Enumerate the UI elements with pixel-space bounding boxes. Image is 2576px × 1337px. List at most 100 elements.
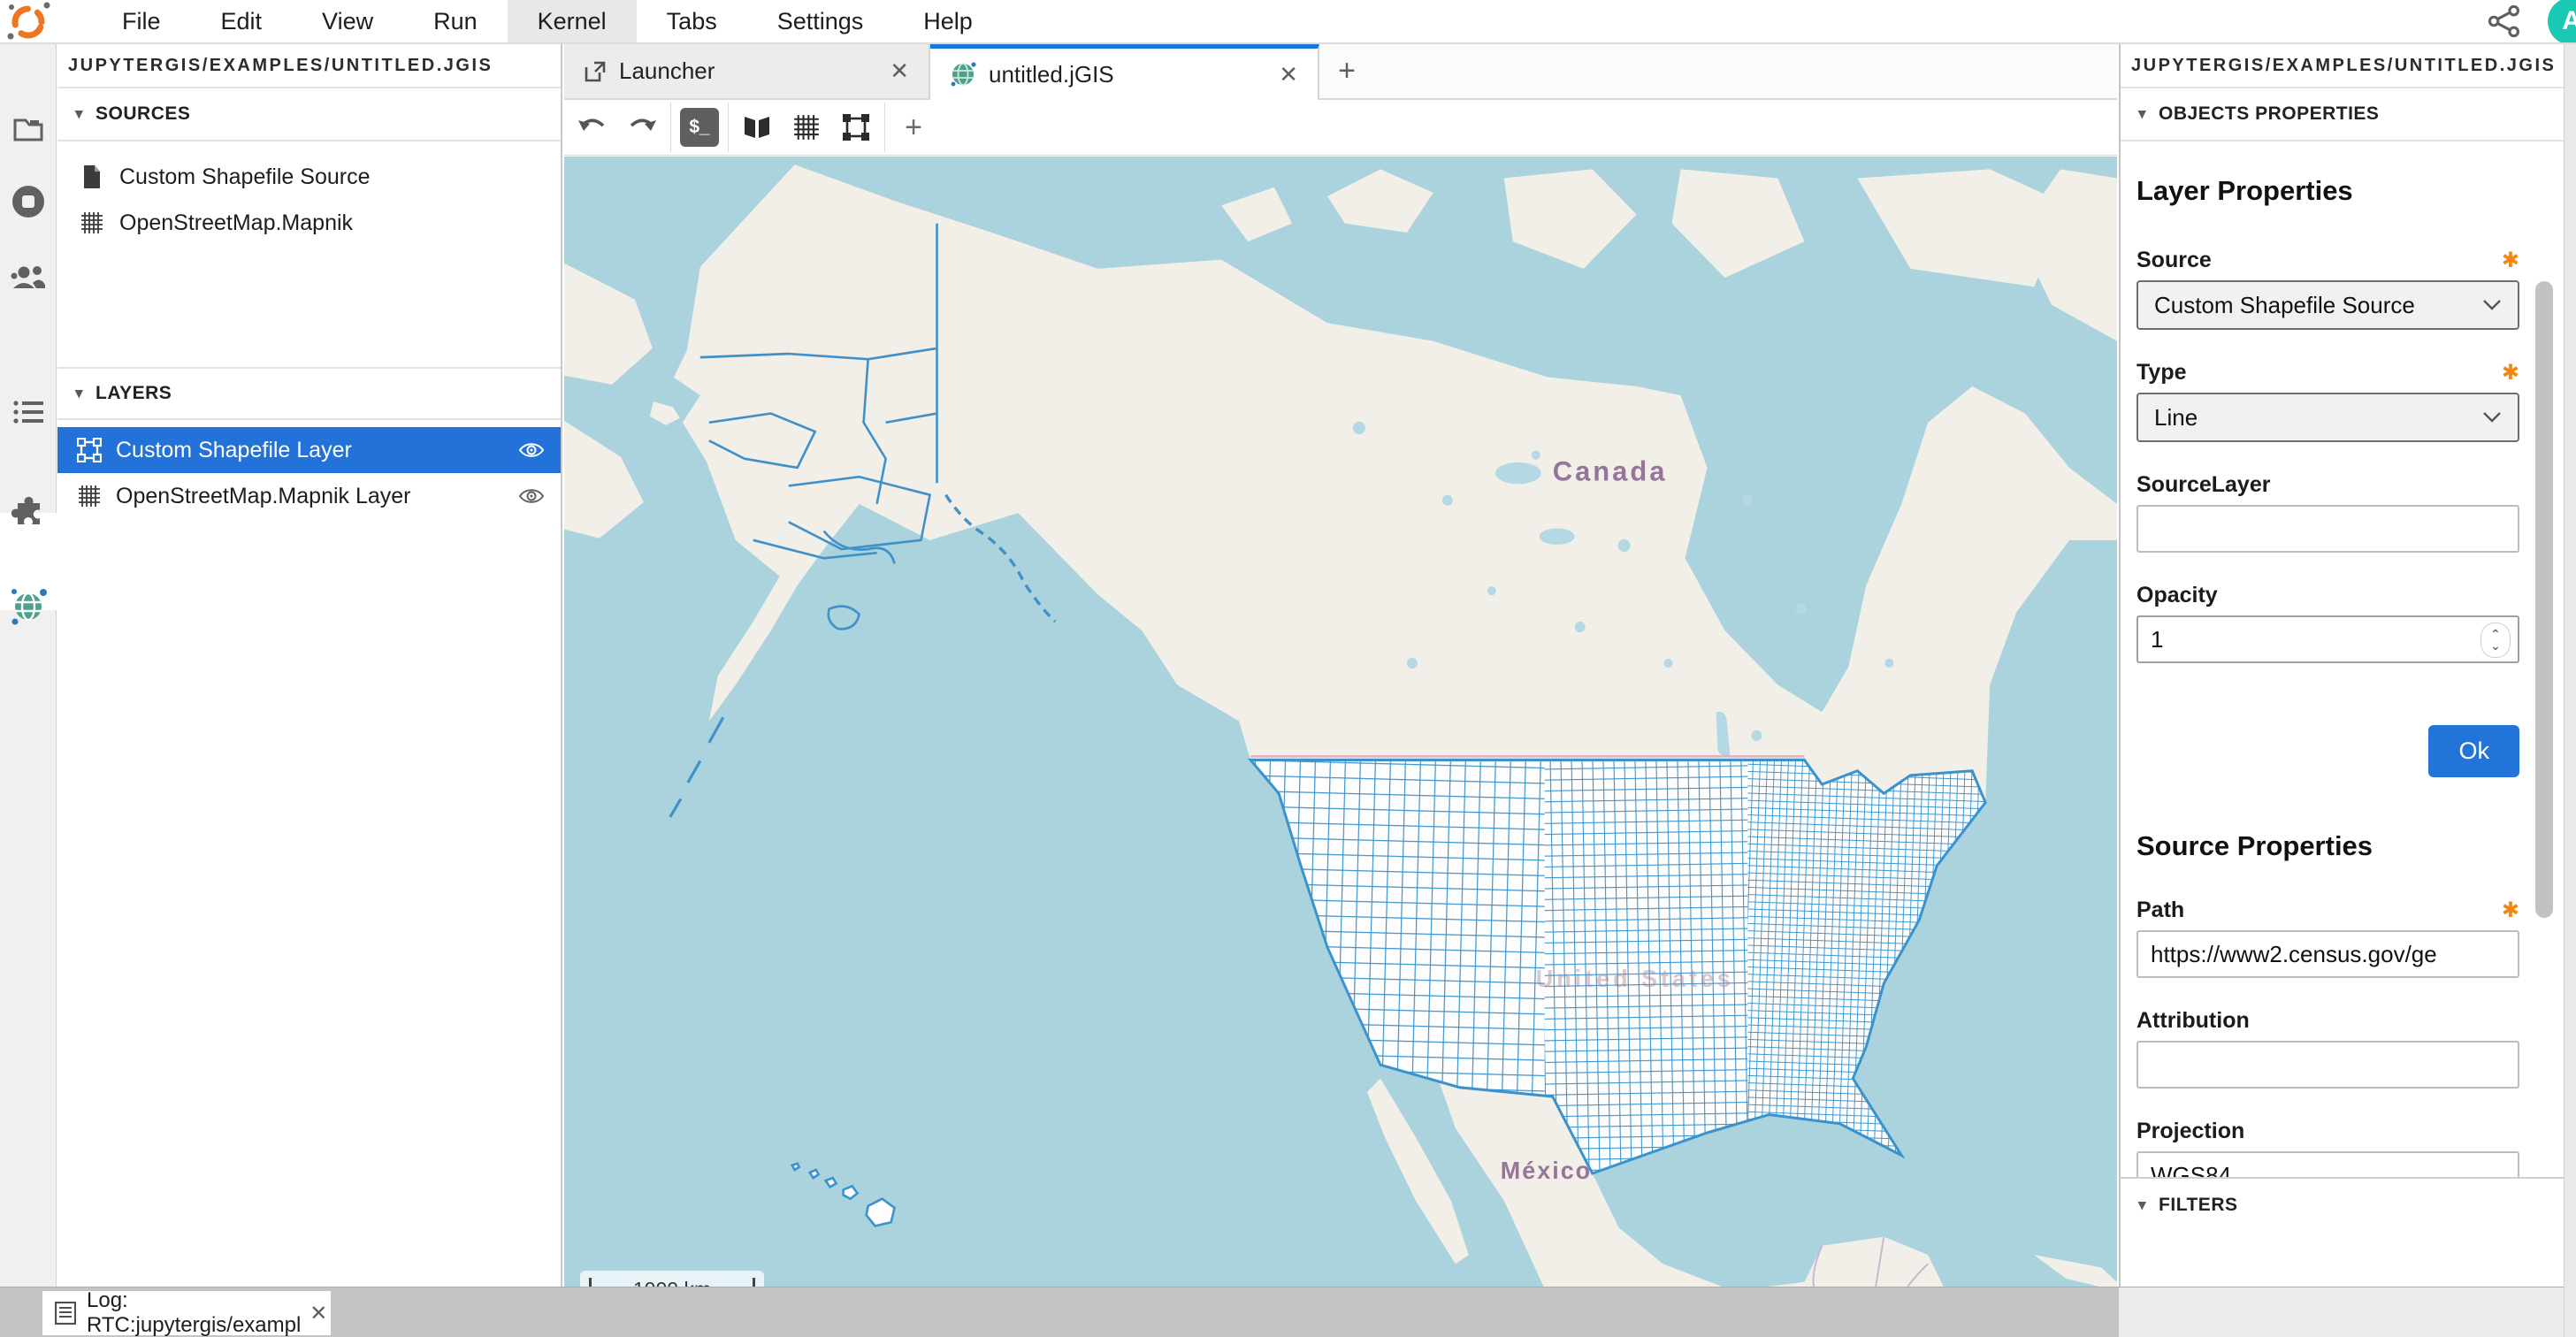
- type-select[interactable]: Line: [2136, 393, 2519, 442]
- plus-icon: +: [905, 111, 922, 145]
- raster-grid-icon: [77, 211, 107, 234]
- stepper-down-icon[interactable]: ⌄: [2490, 640, 2501, 652]
- layer-row-osm-mapnik[interactable]: OpenStreetMap.Mapnik Layer: [57, 473, 561, 519]
- redo-button[interactable]: [617, 103, 667, 152]
- number-stepper[interactable]: ⌃ ⌄: [2480, 623, 2511, 658]
- layer-properties-heading: Layer Properties: [2136, 175, 2519, 207]
- path-input[interactable]: [2136, 930, 2519, 978]
- add-layer-button[interactable]: +: [889, 103, 938, 152]
- sources-section-header[interactable]: ▾ SOURCES: [57, 88, 561, 141]
- jgis-toolbar: $_ +: [564, 100, 2117, 156]
- layers-header-label: LAYERS: [96, 383, 172, 404]
- console-button[interactable]: $_: [675, 103, 724, 152]
- layer-label: OpenStreetMap.Mapnik Layer: [116, 484, 518, 509]
- book-map-icon: [742, 114, 772, 141]
- vector-layer-button[interactable]: [831, 103, 881, 152]
- raster-layer-button[interactable]: [782, 103, 831, 152]
- source-select-value: Custom Shapefile Source: [2154, 292, 2482, 319]
- toolbar-separator: [670, 103, 671, 152]
- source-item-osm-mapnik[interactable]: OpenStreetMap.Mapnik: [57, 200, 561, 246]
- sources-header-label: SOURCES: [96, 103, 190, 125]
- ok-button[interactable]: Ok: [2428, 725, 2519, 777]
- menu-view[interactable]: View: [292, 0, 403, 42]
- attribution-input[interactable]: [2136, 1041, 2519, 1089]
- menubar-right: A: [2486, 0, 2576, 42]
- raster-grid-icon: [73, 485, 105, 508]
- right-panel-path-header: JUPYTERGIS/EXAMPLES/UNTITLED.JGIS: [2121, 44, 2576, 88]
- required-asterisk-icon: ✱: [2502, 898, 2519, 923]
- left-panel-path-header: JUPYTERGIS/EXAMPLES/UNTITLED.JGIS: [57, 44, 561, 88]
- tab-label: Launcher: [619, 57, 875, 85]
- filters-section-header[interactable]: ▾ FILTERS: [2121, 1177, 2576, 1232]
- type-label: Type: [2136, 360, 2187, 386]
- vector-layer-icon: [73, 438, 105, 462]
- attribution-field: Attribution: [2136, 1008, 2519, 1089]
- user-avatar[interactable]: A: [2548, 0, 2576, 42]
- projection-label: Projection: [2136, 1119, 2244, 1144]
- objects-properties-header[interactable]: ▾ OBJECTS PROPERTIES: [2121, 88, 2576, 141]
- source-select[interactable]: Custom Shapefile Source: [2136, 280, 2519, 330]
- sourcelayer-input[interactable]: [2136, 505, 2519, 553]
- tab-bar: Launcher ✕ untitled.jGIS ✕ +: [564, 44, 2117, 100]
- folder-icon[interactable]: [0, 115, 57, 143]
- menu-help[interactable]: Help: [893, 0, 1003, 42]
- status-bar: Log: RTC:jupytergis/exampl ✕: [0, 1287, 2576, 1337]
- menu-tabs[interactable]: Tabs: [637, 0, 747, 42]
- list-icon[interactable]: [0, 398, 57, 426]
- log-icon: [55, 1302, 76, 1325]
- window-edge-strip: [2564, 44, 2576, 1337]
- menu-run[interactable]: Run: [403, 0, 508, 42]
- source-item-label: OpenStreetMap.Mapnik: [119, 210, 353, 236]
- launcher-icon: [584, 60, 607, 83]
- panel-scrollbar[interactable]: [2535, 281, 2553, 918]
- basemap-button[interactable]: [732, 103, 782, 152]
- map-canvas[interactable]: Canada México United States 1000 km: [564, 157, 2117, 1329]
- statusbar-right-segment: [2119, 1287, 2576, 1337]
- opacity-label: Opacity: [2136, 583, 2218, 608]
- activity-sidebar: [0, 44, 57, 1287]
- layer-label: Custom Shapefile Layer: [116, 438, 518, 463]
- close-icon[interactable]: ✕: [310, 1301, 327, 1326]
- running-kernels-icon[interactable]: [0, 184, 57, 219]
- menu-items: File Edit View Run Kernel Tabs Settings …: [92, 0, 1003, 42]
- sourcelayer-field: SourceLayer: [2136, 472, 2519, 553]
- tab-untitled-jgis[interactable]: untitled.jGIS ✕: [930, 44, 1319, 100]
- undo-button[interactable]: [568, 103, 617, 152]
- map-label-canada: Canada: [1553, 455, 1668, 486]
- collaboration-users-icon[interactable]: [0, 264, 57, 294]
- log-console-tab[interactable]: Log: RTC:jupytergis/exampl ✕: [42, 1291, 331, 1335]
- new-tab-button[interactable]: +: [1319, 44, 1374, 98]
- properties-scroll-area[interactable]: Layer Properties Source ✱ Custom Shapefi…: [2121, 143, 2576, 1229]
- eye-visible-icon[interactable]: [518, 440, 545, 460]
- objects-properties-label: OBJECTS PROPERTIES: [2159, 103, 2379, 125]
- path-label: Path: [2136, 898, 2184, 923]
- source-properties-heading: Source Properties: [2136, 830, 2519, 862]
- tab-label: untitled.jGIS: [989, 61, 1265, 88]
- map-label-united-states: United States: [1536, 965, 1734, 992]
- layer-row-custom-shapefile[interactable]: Custom Shapefile Layer: [57, 427, 561, 473]
- left-panel: JUPYTERGIS/EXAMPLES/UNTITLED.JGIS ▾ SOUR…: [57, 44, 562, 1287]
- source-field: Source ✱ Custom Shapefile Source: [2136, 248, 2519, 330]
- menu-settings[interactable]: Settings: [747, 0, 894, 42]
- tab-launcher[interactable]: Launcher ✕: [564, 44, 930, 98]
- grid-icon: [793, 114, 820, 141]
- menu-file[interactable]: File: [92, 0, 191, 42]
- menu-edit[interactable]: Edit: [191, 0, 293, 42]
- eye-visible-icon[interactable]: [518, 486, 545, 506]
- close-icon[interactable]: ✕: [1265, 61, 1298, 88]
- source-item-custom-shapefile[interactable]: Custom Shapefile Source: [57, 154, 561, 200]
- menu-kernel[interactable]: Kernel: [508, 0, 637, 42]
- vector-polygon-icon: [842, 113, 870, 141]
- toolbar-separator: [728, 103, 729, 152]
- chevron-down-icon: [2482, 299, 2502, 311]
- opacity-input[interactable]: [2136, 615, 2519, 663]
- sourcelayer-label: SourceLayer: [2136, 472, 2270, 498]
- share-icon[interactable]: [2486, 4, 2523, 38]
- file-icon: [77, 164, 107, 189]
- jupytergis-globe-icon[interactable]: [0, 585, 57, 626]
- layers-section-header[interactable]: ▾ LAYERS: [57, 367, 561, 420]
- opacity-field: Opacity ⌃ ⌄: [2136, 583, 2519, 663]
- collapse-triangle-icon: ▾: [75, 385, 83, 402]
- extensions-puzzle-icon[interactable]: [0, 491, 57, 526]
- close-icon[interactable]: ✕: [875, 57, 909, 85]
